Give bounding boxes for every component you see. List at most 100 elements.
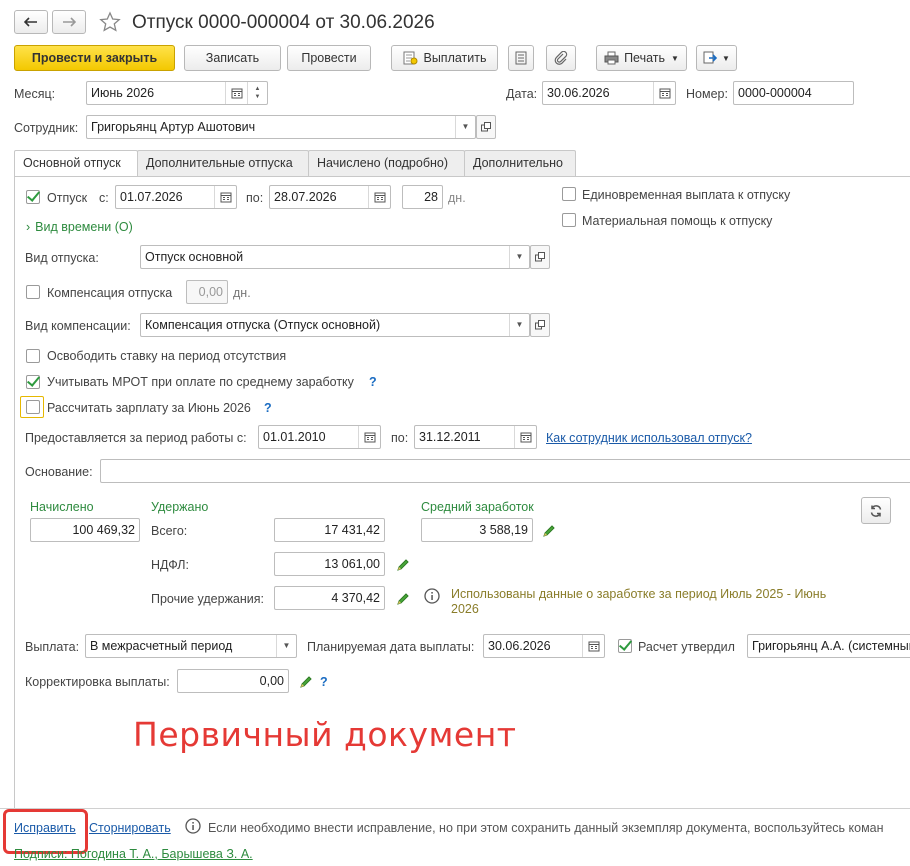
favorite-star-icon[interactable] xyxy=(99,11,121,33)
back-button[interactable] xyxy=(14,10,48,34)
pay-icon xyxy=(403,51,418,65)
leave-type-open-button[interactable] xyxy=(530,245,550,269)
compensation-checkbox[interactable] xyxy=(26,285,40,299)
refresh-icon xyxy=(870,504,882,517)
approved-checkbox[interactable] xyxy=(618,639,632,653)
info-icon xyxy=(424,588,440,604)
ndfl-edit-pencil-icon[interactable] xyxy=(396,558,410,572)
other-withheld-field[interactable]: 4 370,42 xyxy=(274,586,385,610)
leave-type-label: Вид отпуска: xyxy=(25,251,99,265)
employee-open-button[interactable] xyxy=(476,115,496,139)
mrot-label: Учитывать МРОТ при оплате по среднему за… xyxy=(47,375,354,389)
document-title: Отпуск 0000-000004 от 30.06.2026 xyxy=(132,12,435,33)
average-earnings-field[interactable]: 3 588,19 xyxy=(421,518,533,542)
tab-additional-leaves[interactable]: Дополнительные отпуска xyxy=(137,150,309,176)
payout-value: В межрасчетный период xyxy=(90,639,233,653)
ndfl-field[interactable]: 13 061,00 xyxy=(274,552,385,576)
other-withheld-edit-pencil-icon[interactable] xyxy=(396,592,410,606)
leave-type-dropdown-button[interactable]: ▼ xyxy=(509,246,529,268)
save-button[interactable]: Записать xyxy=(184,45,281,71)
pay-button[interactable]: Выплатить xyxy=(391,45,498,71)
attach-button[interactable] xyxy=(546,45,576,71)
from-label: с: xyxy=(99,191,109,205)
create-based-button[interactable]: ▼ xyxy=(696,45,737,71)
tab-additional[interactable]: Дополнительно xyxy=(464,150,576,176)
adjustment-label: Корректировка выплаты: xyxy=(25,675,170,689)
employee-value: Григорьянц Артур Ашотович xyxy=(91,120,256,134)
mrot-help-icon[interactable]: ? xyxy=(369,374,377,390)
create-based-icon xyxy=(703,51,718,64)
other-withheld-label: Прочие удержания: xyxy=(151,592,265,606)
month-calendar-button[interactable] xyxy=(225,82,247,104)
comp-type-field[interactable]: Компенсация отпуска (Отпуск основной) ▼ xyxy=(140,313,530,337)
month-field[interactable]: Июнь 2026 ▲ ▼ xyxy=(86,81,268,105)
adjustment-edit-pencil-icon[interactable] xyxy=(299,675,313,689)
leave-from-field[interactable]: 01.07.2026 xyxy=(115,185,237,209)
comp-type-label: Вид компенсации: xyxy=(25,319,131,333)
structure-button[interactable] xyxy=(508,45,534,71)
payout-dropdown-button[interactable]: ▼ xyxy=(276,635,296,657)
total-withheld-field[interactable]: 17 431,42 xyxy=(274,518,385,542)
month-spinner[interactable]: ▲ ▼ xyxy=(247,82,267,104)
planned-date-field[interactable]: 30.06.2026 xyxy=(483,634,605,658)
employee-dropdown-button[interactable]: ▼ xyxy=(455,116,475,138)
signatures-link[interactable]: Подписи: Погодина Т. А., Барышева З. А. xyxy=(14,846,253,862)
chevron-right-icon: › xyxy=(26,220,31,234)
print-button[interactable]: Печать ▼ xyxy=(596,45,687,71)
mrot-checkbox[interactable] xyxy=(26,375,40,389)
approved-by-field[interactable]: Григорьянц А.А. (системный xyxy=(747,634,910,658)
lump-sum-checkbox[interactable] xyxy=(562,187,576,201)
calc-salary-help-icon[interactable]: ? xyxy=(264,400,272,416)
employee-field[interactable]: Григорьянц Артур Ашотович ▼ xyxy=(86,115,476,139)
adjustment-help-icon[interactable]: ? xyxy=(320,674,328,690)
date-field[interactable]: 30.06.2026 xyxy=(542,81,676,105)
leave-days-field[interactable]: 28 xyxy=(402,185,443,209)
calendar-icon xyxy=(520,432,531,443)
time-type-expander[interactable]: › Вид времени (О) xyxy=(26,219,133,235)
leave-checkbox[interactable] xyxy=(26,190,40,204)
material-aid-checkbox[interactable] xyxy=(562,213,576,227)
tab-accrued-detailed[interactable]: Начислено (подробно) xyxy=(308,150,465,176)
average-earnings-label: Средний заработок xyxy=(421,500,534,514)
comp-type-open-button[interactable] xyxy=(530,313,550,337)
primary-document-annotation: Первичный документ xyxy=(133,715,517,754)
leave-from-calendar-button[interactable] xyxy=(214,186,236,208)
period-to-calendar-button[interactable] xyxy=(514,426,536,448)
comp-type-dropdown-button[interactable]: ▼ xyxy=(509,314,529,336)
reverse-link[interactable]: Сторнировать xyxy=(89,820,171,836)
footer-divider xyxy=(0,808,910,809)
post-button[interactable]: Провести xyxy=(287,45,371,71)
fix-link[interactable]: Исправить xyxy=(14,820,76,836)
period-label: Предоставляется за период работы с: xyxy=(25,431,247,445)
time-type-link: Вид времени (О) xyxy=(35,220,133,234)
approved-label: Расчет утвердил xyxy=(638,640,735,654)
printer-icon xyxy=(604,51,619,65)
basis-field[interactable] xyxy=(100,459,910,483)
lump-sum-label: Единовременная выплата к отпуску xyxy=(582,188,791,202)
post-and-close-button[interactable]: Провести и закрыть xyxy=(14,45,175,71)
accrued-field[interactable]: 100 469,32 xyxy=(30,518,140,542)
period-to-field[interactable]: 31.12.2011 xyxy=(414,425,537,449)
leave-usage-link[interactable]: Как сотрудник использовал отпуск? xyxy=(546,430,752,446)
leave-type-field[interactable]: Отпуск основной ▼ xyxy=(140,245,530,269)
leave-to-calendar-button[interactable] xyxy=(368,186,390,208)
adjustment-field[interactable]: 0,00 xyxy=(177,669,289,693)
refresh-button[interactable] xyxy=(861,497,891,524)
calc-salary-checkbox[interactable] xyxy=(26,400,40,414)
payout-field[interactable]: В межрасчетный период ▼ xyxy=(85,634,297,658)
period-from-calendar-button[interactable] xyxy=(358,426,380,448)
total-withheld-label: Всего: xyxy=(151,524,188,538)
date-calendar-button[interactable] xyxy=(653,82,675,104)
date-label: Дата: xyxy=(506,87,538,101)
period-from-field[interactable]: 01.01.2010 xyxy=(258,425,381,449)
tab-main-leave[interactable]: Основной отпуск xyxy=(14,150,138,177)
average-earnings-edit-pencil-icon[interactable] xyxy=(542,524,556,538)
withheld-label: Удержано xyxy=(151,500,209,514)
compensation-days-field[interactable]: 0,00 xyxy=(186,280,228,304)
leave-to-field[interactable]: 28.07.2026 xyxy=(269,185,391,209)
free-rate-label: Освободить ставку на период отсутствия xyxy=(47,349,287,363)
free-rate-checkbox[interactable] xyxy=(26,349,40,363)
planned-date-calendar-button[interactable] xyxy=(582,635,604,657)
number-field[interactable]: 0000-000004 xyxy=(733,81,854,105)
forward-button[interactable] xyxy=(52,10,86,34)
